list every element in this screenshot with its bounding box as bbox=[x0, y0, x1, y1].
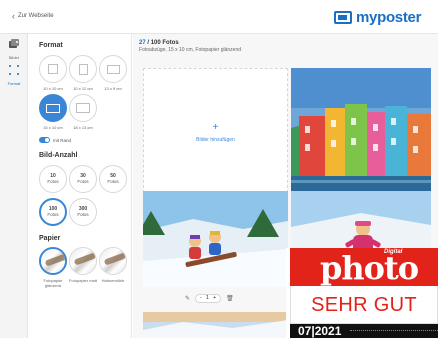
badge-footer: 07|2021 bbox=[290, 324, 438, 338]
images-icon bbox=[0, 38, 28, 53]
qty-value: 1 bbox=[205, 294, 209, 301]
logo-text: myposter bbox=[356, 9, 422, 26]
colorful-houses-photo[interactable] bbox=[291, 68, 431, 196]
myposter-logo[interactable]: myposter bbox=[334, 9, 421, 26]
paper-option-glossy[interactable] bbox=[39, 247, 67, 275]
photo-count-number: 27 bbox=[139, 40, 146, 46]
paper-label: Fotopapier matt bbox=[68, 278, 97, 283]
chevron-left-icon: ‹ bbox=[12, 11, 15, 21]
format-label: 18 x 13 cm bbox=[73, 125, 93, 130]
landscape-frame-icon bbox=[46, 103, 60, 113]
paper-option-hahnemuehle[interactable] bbox=[99, 247, 127, 275]
left-rail: Bilder Format bbox=[0, 34, 28, 338]
landscape-frame-icon bbox=[76, 103, 90, 113]
quantity-option-10[interactable]: 10 Fotos bbox=[39, 165, 67, 193]
paper-label: Fotopapier glänzend bbox=[43, 278, 63, 288]
photo-count: 27 / 100 Fotos bbox=[139, 40, 179, 46]
format-option-10x10[interactable] bbox=[39, 55, 67, 83]
quantity-unit: Fotos bbox=[77, 179, 89, 184]
top-bar: ‹ Zur Webseite myposter bbox=[0, 0, 438, 34]
back-to-website-link[interactable]: ‹ Zur Webseite bbox=[12, 11, 54, 21]
format-option-15x10[interactable] bbox=[39, 94, 67, 122]
format-label: 10 x 10 cm bbox=[43, 86, 63, 91]
rail-label-bilder: Bilder bbox=[8, 55, 20, 60]
crop-icon bbox=[0, 64, 28, 79]
test-seal-badge: Digital photo SEHR GUT 07|2021 bbox=[286, 248, 438, 338]
quantity-unit: Fotos bbox=[107, 179, 119, 184]
square-frame-icon bbox=[48, 64, 58, 74]
back-link-label: Zur Webseite bbox=[18, 13, 54, 19]
quantity-unit: Fotos bbox=[47, 212, 59, 217]
format-option-13x9[interactable] bbox=[99, 55, 127, 83]
quantity-unit: Fotos bbox=[77, 212, 89, 217]
plus-icon: + bbox=[212, 122, 219, 133]
options-sidebar: Format 10 x 10 cm 10 x 12 cm 13 x 9 cm 1… bbox=[28, 34, 132, 338]
logo-mark-icon bbox=[334, 11, 352, 24]
delete-icon[interactable]: 🗑 bbox=[226, 295, 234, 302]
photo-controls: ✎ - 1 + 🗑 bbox=[185, 293, 234, 303]
badge-rating: SEHR GUT bbox=[290, 286, 438, 324]
quantity-unit: Fotos bbox=[47, 179, 59, 184]
format-label: 15 x 10 cm bbox=[43, 125, 63, 130]
paper-label: Hahnemühle bbox=[101, 278, 125, 283]
qty-plus-button[interactable]: + bbox=[213, 294, 216, 303]
product-summary: Fotoabzüge, 15 x 10 cm, Fotopapier glänz… bbox=[139, 47, 242, 53]
rail-item-bilder[interactable]: Bilder bbox=[0, 38, 28, 60]
portrait-frame-icon bbox=[78, 63, 88, 75]
sledding-kids-photo[interactable] bbox=[143, 191, 288, 287]
badge-issue: 07|2021 bbox=[298, 324, 342, 338]
badge-brand: photo bbox=[320, 249, 419, 287]
landscape-frame-icon bbox=[106, 64, 120, 74]
quantity-stepper[interactable]: - 1 + bbox=[195, 293, 222, 303]
quantity-section-title: Bild-Anzahl bbox=[39, 152, 78, 159]
border-toggle-label: mit Rand bbox=[53, 138, 72, 143]
add-photos-button[interactable]: + Bilder hinzufügen bbox=[143, 68, 288, 198]
qty-minus-button[interactable]: - bbox=[200, 294, 202, 303]
format-section-title: Format bbox=[39, 42, 63, 49]
quantity-option-50[interactable]: 50 Fotos bbox=[99, 165, 127, 193]
edit-icon[interactable]: ✎ bbox=[185, 295, 190, 302]
format-option-18x13[interactable] bbox=[69, 94, 97, 122]
format-option-10x12[interactable] bbox=[69, 55, 97, 83]
border-toggle[interactable] bbox=[39, 137, 50, 143]
snow-landscape-photo[interactable] bbox=[143, 312, 288, 338]
quantity-option-100[interactable]: 100 Fotos bbox=[39, 198, 67, 226]
paper-option-matte[interactable] bbox=[69, 247, 97, 275]
format-label: 10 x 12 cm bbox=[73, 86, 93, 91]
badge-header: Digital photo bbox=[290, 248, 438, 286]
add-photos-label: Bilder hinzufügen bbox=[196, 137, 235, 143]
paper-section-title: Papier bbox=[39, 235, 61, 242]
rail-item-format[interactable]: Format bbox=[0, 64, 28, 86]
photo-count-total: / 100 Fotos bbox=[147, 40, 179, 46]
quantity-option-30[interactable]: 30 Fotos bbox=[69, 165, 97, 193]
quantity-option-300[interactable]: 300 Fotos bbox=[69, 198, 97, 226]
rail-label-format: Format bbox=[7, 81, 21, 86]
format-label: 13 x 9 cm bbox=[104, 86, 122, 91]
